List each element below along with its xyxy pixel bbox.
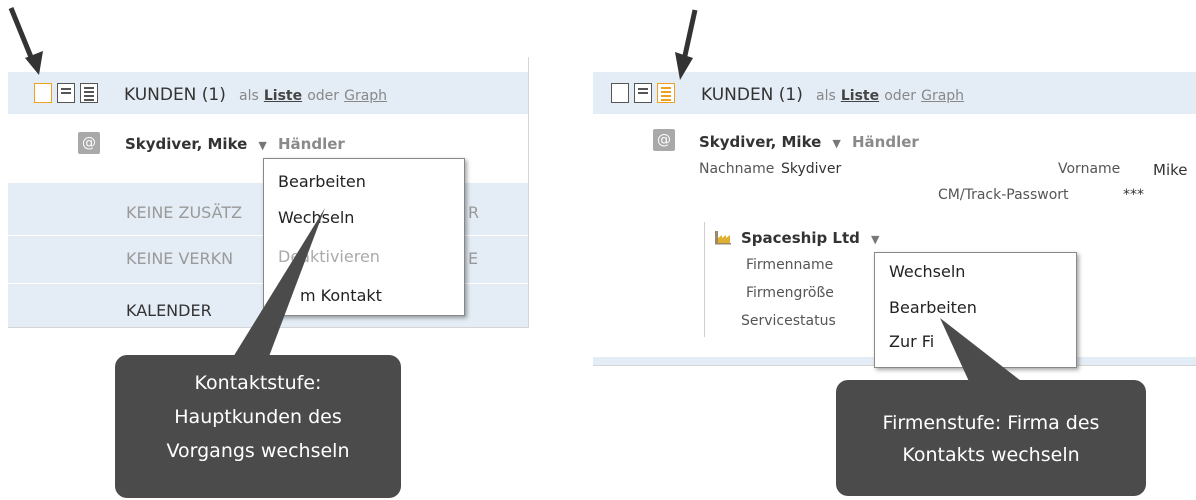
pointer-arrow-right [675,9,698,80]
